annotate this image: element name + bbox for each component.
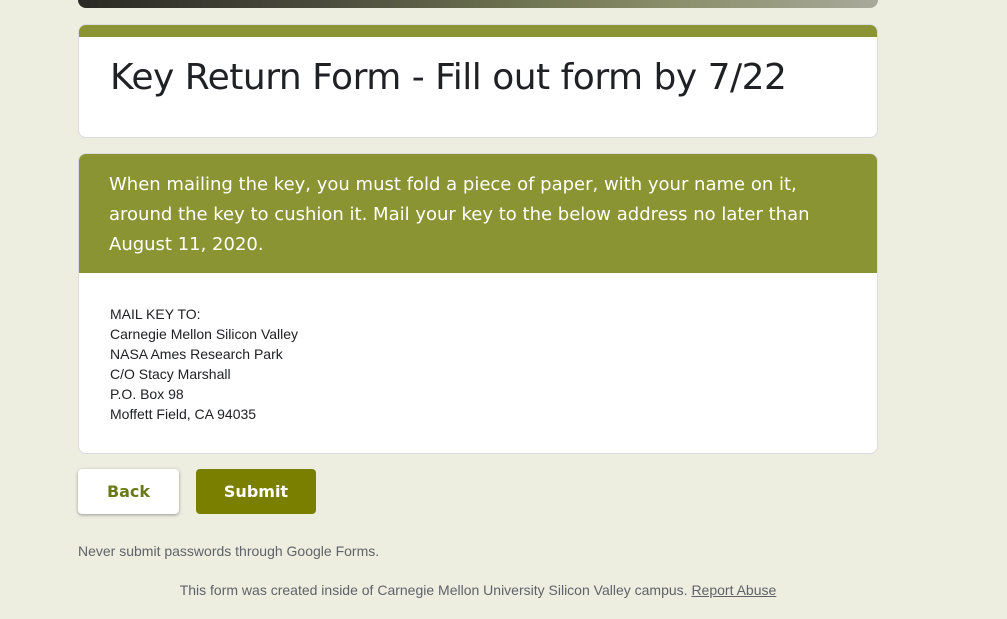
password-warning: Never submit passwords through Google Fo… [78, 543, 380, 559]
title-accent-bar [79, 25, 877, 37]
mailing-address: MAIL KEY TO: Carnegie Mellon Silicon Val… [110, 304, 298, 424]
form-title-card: Key Return Form - Fill out form by 7/22 [78, 24, 878, 138]
address-line: Moffett Field, CA 94035 [110, 406, 257, 422]
back-button[interactable]: Back [78, 469, 179, 514]
submit-button[interactable]: Submit [196, 469, 316, 514]
address-line: P.O. Box 98 [110, 386, 184, 402]
section-header: When mailing the key, you must fold a pi… [79, 154, 877, 273]
footer: This form was created inside of Carnegie… [0, 582, 956, 598]
address-line: MAIL KEY TO: [110, 306, 201, 322]
section-description: When mailing the key, you must fold a pi… [109, 174, 810, 255]
address-line: Carnegie Mellon Silicon Valley [110, 326, 299, 342]
report-abuse-link[interactable]: Report Abuse [691, 582, 776, 598]
address-line: NASA Ames Research Park [110, 346, 283, 362]
footer-text: This form was created inside of Carnegie… [179, 582, 688, 598]
address-line: C/O Stacy Marshall [110, 366, 231, 382]
form-title: Key Return Form - Fill out form by 7/22 [110, 57, 787, 98]
header-image [78, 0, 878, 8]
section-card: When mailing the key, you must fold a pi… [78, 153, 878, 454]
